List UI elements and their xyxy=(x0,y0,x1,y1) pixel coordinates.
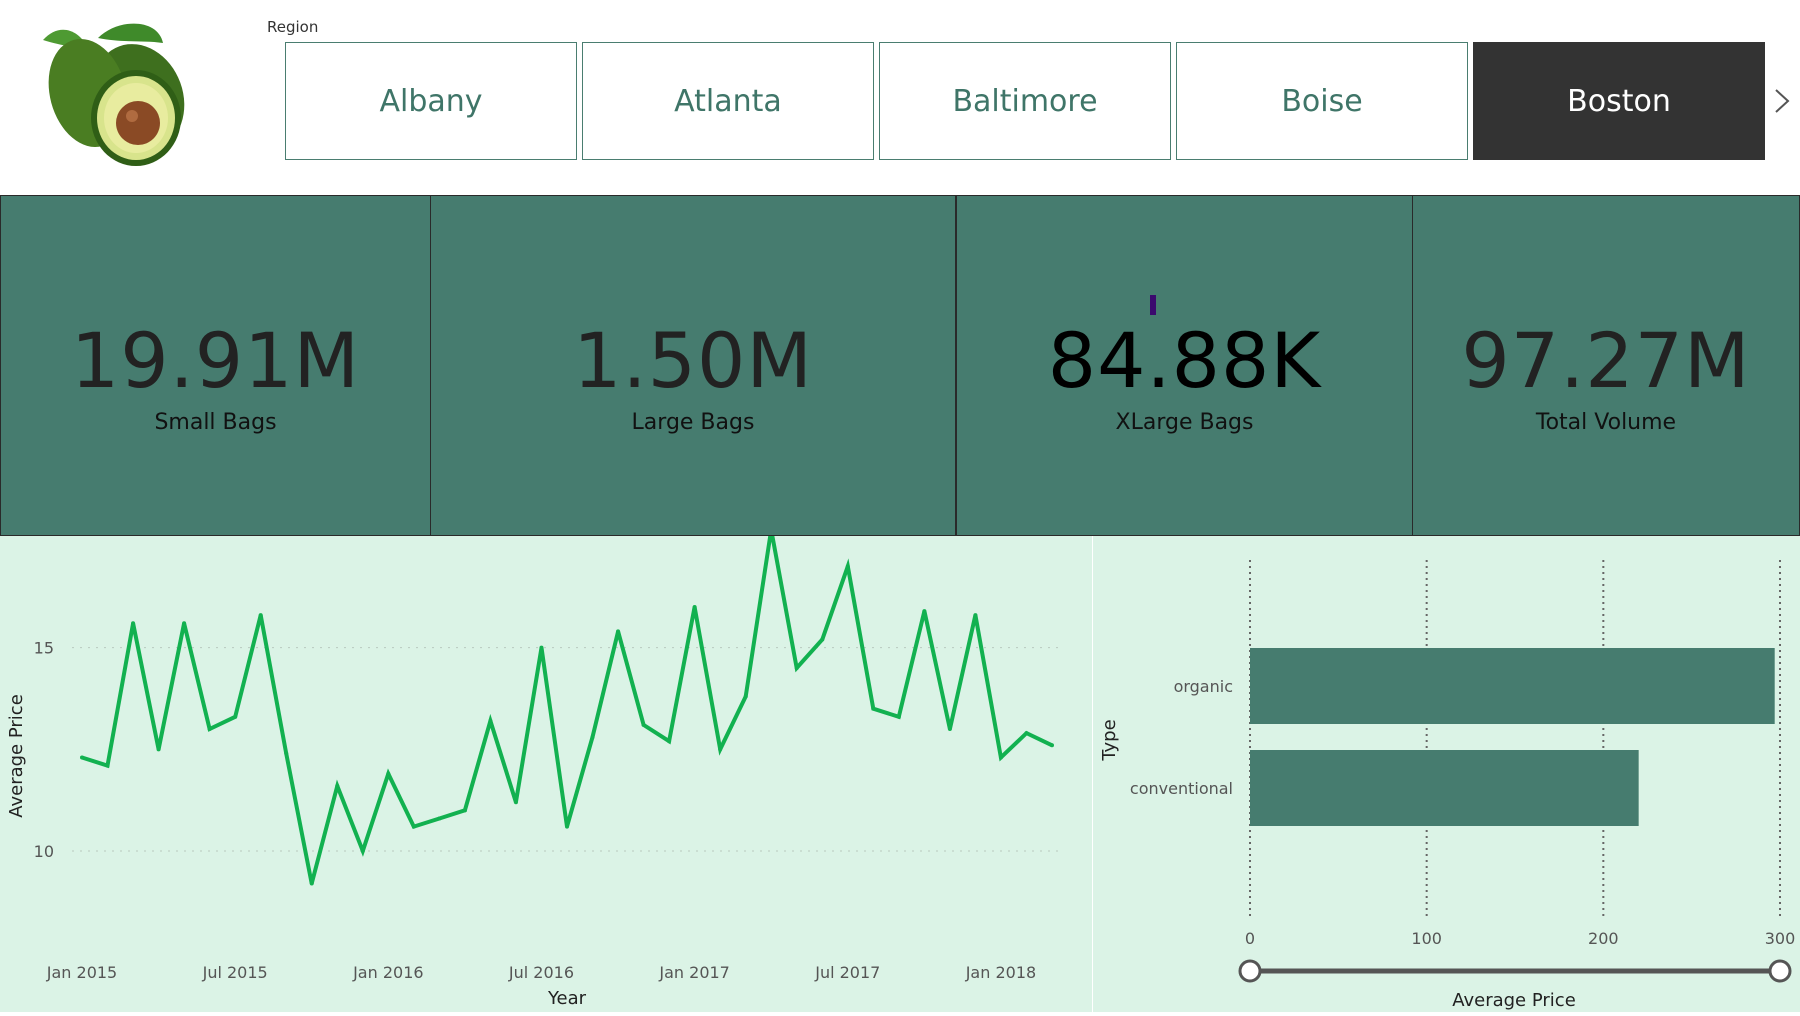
data-point xyxy=(718,747,723,752)
category-label: conventional xyxy=(1130,779,1233,798)
large-bags-label: Large Bags xyxy=(631,410,755,435)
card-total-volume: 97.27M Total Volume xyxy=(1412,195,1800,536)
region-button-albany[interactable]: Albany xyxy=(285,42,577,160)
x-tick-label: 0 xyxy=(1245,929,1255,948)
region-button-baltimore[interactable]: Baltimore xyxy=(879,42,1171,160)
data-point xyxy=(309,881,314,886)
x-tick-label: 200 xyxy=(1588,929,1619,948)
data-point xyxy=(998,755,1003,760)
data-point xyxy=(820,637,825,642)
data-point xyxy=(590,735,595,740)
total-volume-label: Total Volume xyxy=(1535,410,1677,435)
data-point xyxy=(182,621,187,626)
data-point xyxy=(1024,731,1029,736)
data-point xyxy=(335,783,340,788)
y-tick-label: 15 xyxy=(34,639,54,658)
category-label: organic xyxy=(1174,677,1233,696)
text-cursor-marker xyxy=(1150,295,1156,315)
line-chart: 10 15 Jan 2015 Jul 2015 Jan 2016 Jul 2016 Jan … xyxy=(6,527,1062,1009)
chevron-right-icon[interactable] xyxy=(1770,86,1794,116)
card-large-bags: 1.50M Large Bags xyxy=(430,195,956,536)
x-axis-title: Year xyxy=(547,988,587,1009)
xlarge-bags-value: 84.88K xyxy=(1047,316,1322,405)
x-tick-label: Jan 2017 xyxy=(658,963,729,982)
line-chart-panel: 10 15 Jan 2015 Jul 2015 Jan 2016 Jul 2016 Jan … xyxy=(0,527,1092,1012)
large-bags-value: 1.50M xyxy=(573,316,813,405)
data-point xyxy=(616,629,621,634)
data-point xyxy=(207,727,212,731)
region-button-boise[interactable]: Boise xyxy=(1176,42,1468,160)
data-point xyxy=(80,755,84,760)
data-point xyxy=(105,763,110,768)
range-slider-max-handle[interactable] xyxy=(1768,959,1792,983)
data-point xyxy=(1050,743,1054,748)
region-button-atlanta[interactable]: Atlanta xyxy=(582,42,874,160)
card-small-bags: 19.91M Small Bags xyxy=(0,195,431,536)
avocado-logo xyxy=(28,18,198,168)
data-point xyxy=(386,771,391,776)
data-point xyxy=(692,605,697,609)
total-volume-value: 97.27M xyxy=(1461,316,1751,405)
xlarge-bags-label: XLarge Bags xyxy=(1115,410,1254,435)
y-tick-label: 10 xyxy=(34,842,54,861)
region-slicer-title: Region xyxy=(267,18,319,36)
y-axis-title: Type xyxy=(1099,719,1120,761)
data-point xyxy=(360,849,365,853)
x-tick-label: Jul 2016 xyxy=(508,963,574,982)
data-point xyxy=(871,706,876,711)
data-point xyxy=(539,645,544,650)
data-point xyxy=(513,800,518,805)
data-point xyxy=(488,718,493,723)
price-series-line xyxy=(81,529,1053,885)
small-bags-label: Small Bags xyxy=(154,410,277,435)
data-point xyxy=(131,621,136,626)
data-point xyxy=(743,694,748,699)
data-point xyxy=(233,714,238,719)
data-point xyxy=(896,714,901,719)
data-point xyxy=(284,751,289,756)
bar-conventional xyxy=(1250,750,1639,826)
data-point xyxy=(565,824,569,829)
card-xlarge-bags: 84.88K XLarge Bags xyxy=(956,195,1413,536)
small-bags-value: 19.91M xyxy=(70,316,361,405)
x-tick-label: 100 xyxy=(1411,929,1442,948)
x-tick-label: Jul 2015 xyxy=(202,963,268,982)
x-tick-label: 300 xyxy=(1765,929,1796,948)
region-button-boston[interactable]: Boston xyxy=(1473,42,1765,160)
bar-chart-panel: 0 100 200 300 organic conventional Type Average… xyxy=(1093,536,1800,1012)
x-axis-title: Average Price xyxy=(1452,990,1576,1011)
x-tick-label: Jan 2016 xyxy=(352,963,423,982)
data-point xyxy=(641,722,646,727)
data-point xyxy=(411,824,416,829)
bar-organic xyxy=(1250,648,1775,724)
x-tick-label: Jan 2018 xyxy=(965,963,1036,982)
data-point xyxy=(437,816,442,821)
data-point xyxy=(462,808,467,813)
x-tick-label: Jul 2017 xyxy=(814,963,880,982)
data-point xyxy=(258,613,263,618)
x-tick-label: Jan 2015 xyxy=(46,963,117,982)
y-axis-title: Average Price xyxy=(6,694,27,818)
data-point xyxy=(794,666,799,670)
data-point xyxy=(922,609,927,614)
data-point xyxy=(845,564,850,569)
bar-chart: 0 100 200 300 organic conventional Type Average… xyxy=(1099,560,1796,1011)
data-point xyxy=(156,747,161,752)
data-point xyxy=(667,739,672,744)
range-slider-min-handle[interactable] xyxy=(1238,959,1262,983)
data-point xyxy=(947,727,952,731)
data-point xyxy=(973,613,978,618)
